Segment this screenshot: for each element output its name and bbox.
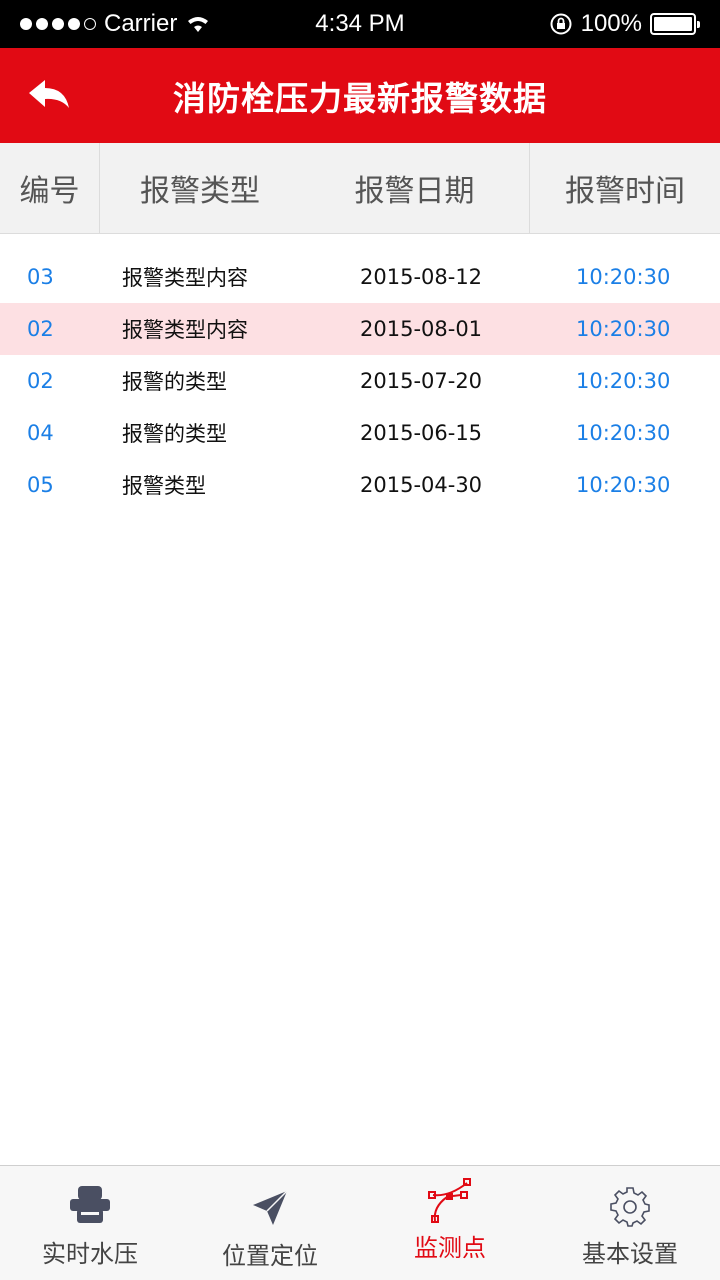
battery-icon [650, 13, 700, 35]
bottom-tab-bar: 实时水压 位置定位 监测点 基本设置 [0, 1165, 720, 1280]
row-date: 2015-08-01 [360, 317, 483, 341]
table-row-selected[interactable]: 02 报警类型内容 2015-08-01 10:20:30 [0, 303, 720, 355]
column-header-time: 报警时间 [565, 174, 685, 209]
row-time: 10:20:30 [576, 265, 671, 289]
pressure-gauge-icon [70, 1186, 110, 1223]
status-left: Carrier [20, 10, 211, 38]
monitor-points-icon [428, 1178, 471, 1223]
table-row[interactable]: 04 报警的类型 2015-06-15 10:20:30 [0, 407, 720, 459]
signal-strength-icon [20, 18, 96, 30]
column-header-date: 报警日期 [300, 143, 530, 233]
row-time: 10:20:30 [576, 421, 671, 445]
row-date: 2015-07-20 [360, 369, 483, 393]
battery-percent: 100% [580, 10, 642, 37]
row-date: 2015-06-15 [360, 421, 483, 445]
row-type: 报警的类型 [122, 370, 227, 394]
tab-monitor-points[interactable]: 监测点 [360, 1166, 540, 1280]
row-time: 10:20:30 [576, 473, 671, 497]
row-time: 10:20:30 [576, 317, 671, 341]
page-title: 消防栓压力最新报警数据 [173, 78, 547, 118]
row-date: 2015-04-30 [360, 473, 483, 497]
row-type: 报警类型内容 [122, 266, 248, 290]
row-type: 报警类型内容 [122, 318, 248, 342]
column-header-type: 报警类型 [140, 174, 260, 209]
carrier-label: Carrier [104, 10, 178, 37]
row-date: 2015-08-12 [360, 265, 483, 289]
row-id: 02 [27, 317, 54, 341]
wifi-icon [188, 17, 209, 32]
tab-location[interactable]: 位置定位 [180, 1166, 360, 1280]
row-id: 05 [27, 473, 54, 497]
status-bar: Carrier 4:34 PM 100% [0, 0, 720, 48]
tab-realtime-pressure[interactable]: 实时水压 [0, 1166, 180, 1280]
table-header: 编号 报警类型 报警日期 报警时间 [0, 143, 720, 234]
row-time: 10:20:30 [576, 369, 671, 393]
tab-label: 实时水压 [42, 1240, 138, 1268]
row-type: 报警类型 [122, 474, 206, 498]
gear-icon [610, 1187, 650, 1227]
tab-label: 监测点 [414, 1234, 486, 1262]
table-row[interactable]: 03 报警类型内容 2015-08-12 10:20:30 [0, 251, 720, 303]
location-arrow-icon [253, 1190, 288, 1225]
tab-label: 位置定位 [222, 1242, 318, 1270]
back-button[interactable] [24, 70, 76, 122]
nav-header: 消防栓压力最新报警数据 [0, 48, 720, 143]
rotation-lock-icon [550, 13, 572, 35]
table-row[interactable]: 05 报警类型 2015-04-30 10:20:30 [0, 459, 720, 511]
column-header-id: 编号 [0, 143, 100, 233]
back-arrow-icon [29, 80, 69, 108]
status-right: 100% [549, 10, 700, 38]
row-id: 03 [27, 265, 54, 289]
tab-label: 基本设置 [582, 1240, 678, 1268]
table-row[interactable]: 02 报警的类型 2015-07-20 10:20:30 [0, 355, 720, 407]
row-id: 02 [27, 369, 54, 393]
alarm-table-body: 03 报警类型内容 2015-08-12 10:20:30 02 报警类型内容 … [0, 251, 720, 511]
row-type: 报警的类型 [122, 422, 227, 446]
row-id: 04 [27, 421, 54, 445]
tab-settings[interactable]: 基本设置 [540, 1166, 720, 1280]
